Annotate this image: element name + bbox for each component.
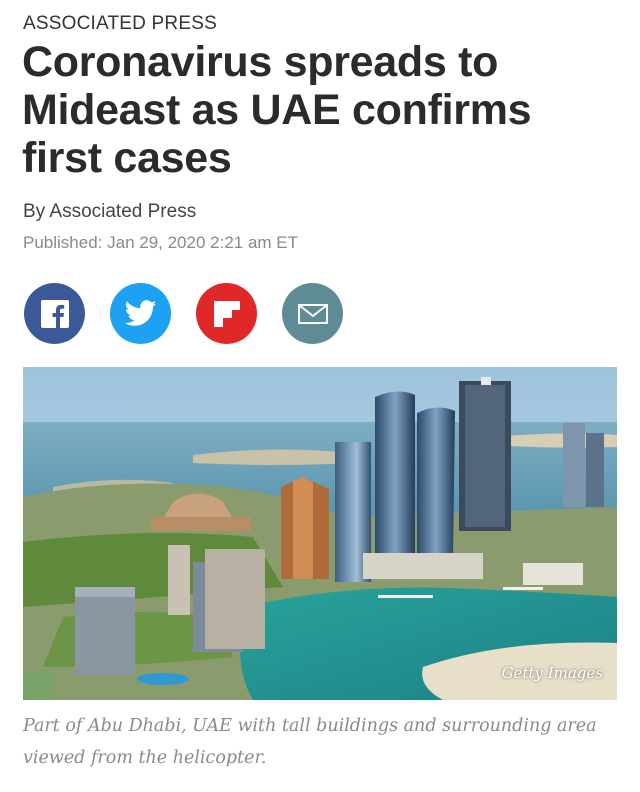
abu-dhabi-skyline-image (23, 367, 617, 700)
article-photo: Getty Images (23, 367, 617, 700)
share-buttons (24, 283, 343, 344)
email-icon (297, 303, 328, 324)
facebook-share-button[interactable] (24, 283, 85, 344)
twitter-share-button[interactable] (110, 283, 171, 344)
email-share-button[interactable] (282, 283, 343, 344)
byline[interactable]: By Associated Press (23, 201, 196, 223)
photo-caption: Part of Abu Dhabi, UAE with tall buildin… (23, 716, 597, 768)
flipboard-icon (213, 300, 240, 327)
headline: Coronavirus spreads to Mideast as UAE co… (22, 38, 532, 182)
facebook-icon (40, 299, 69, 328)
twitter-icon (124, 300, 156, 326)
published-date: Published: Jan 29, 2020 2:21 am ET (23, 233, 299, 252)
photo-credit: Getty Images (501, 664, 603, 682)
flipboard-share-button[interactable] (196, 283, 257, 344)
kicker: ASSOCIATED PRESS (23, 13, 217, 34)
